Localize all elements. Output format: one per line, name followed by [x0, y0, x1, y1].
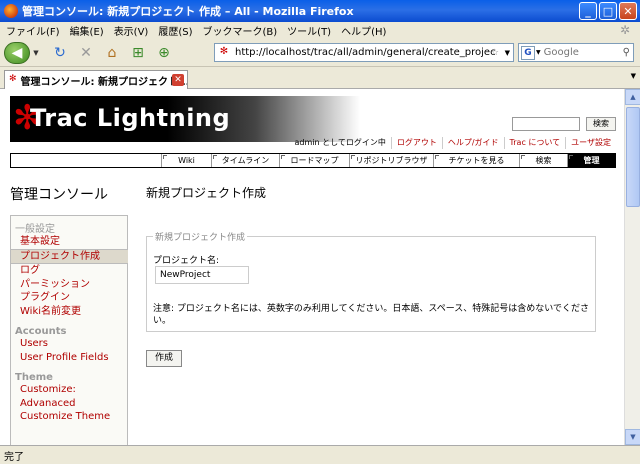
sidebar-item-permissions[interactable]: パーミッション	[11, 278, 127, 292]
vertical-scrollbar[interactable]: ▲ ▼	[624, 89, 640, 445]
menu-bar: ファイル(F) 編集(E) 表示(V) 履歴(S) ブックマーク(B) ツール(…	[0, 22, 640, 39]
sidebar-item-plugins[interactable]: プラグイン	[11, 291, 127, 305]
meta-navigation: admin としてログイン中 ログアウト ヘルプ/ガイド Trac について ユ…	[0, 137, 616, 149]
sidebar-item-customize-theme[interactable]: Customize Theme	[11, 410, 127, 424]
logout-link[interactable]: ログアウト	[390, 137, 442, 149]
home-icon: ⌂	[107, 44, 117, 61]
logged-in-text: admin としてログイン中	[294, 138, 386, 147]
stop-icon: ✕	[80, 44, 92, 61]
trac-banner[interactable]: ✻ Trac Lightning	[10, 96, 360, 142]
stop-button[interactable]: ✕	[76, 43, 96, 63]
admin-heading: 管理コンソール	[10, 187, 108, 203]
nav-wiki[interactable]: Wiki	[161, 154, 211, 167]
sidebar-group-general: 一般設定	[15, 224, 55, 235]
project-name-note: 注意: プロジェクト名には、英数字のみ利用してください。日本語、スペース、特殊記…	[153, 304, 590, 326]
menu-help[interactable]: ヘルプ(H)	[341, 23, 386, 38]
page-title: 新規プロジェクト作成	[146, 186, 267, 200]
tab-strip: ✻ 管理コンソール: 新規プロジェクト... ✕ ▼	[0, 67, 640, 89]
fieldset-legend: 新規プロジェクト作成	[153, 230, 248, 243]
create-project-fieldset: 新規プロジェクト作成 プロジェクト名: 注意: プロジェクト名には、英数字のみ利…	[146, 230, 596, 332]
close-window-button[interactable]: ✕	[619, 2, 637, 20]
throbber-icon: ✲	[620, 23, 631, 37]
reload-icon: ↻	[54, 44, 66, 61]
new-tab-button[interactable]: ⊞	[128, 43, 148, 63]
scroll-thumb[interactable]	[626, 107, 640, 207]
menu-edit[interactable]: 編集(E)	[70, 23, 104, 38]
status-bar: 完了	[0, 445, 640, 464]
tab-admin-console[interactable]: ✻ 管理コンソール: 新規プロジェクト... ✕	[4, 70, 188, 89]
menu-view[interactable]: 表示(V)	[114, 23, 149, 38]
bookmark-star-icon[interactable]: ☆	[491, 48, 499, 58]
menu-history[interactable]: 履歴(S)	[158, 23, 192, 38]
status-text: 完了	[4, 451, 24, 463]
sidebar-item-logging[interactable]: ログ	[11, 264, 127, 278]
help-link[interactable]: ヘルプ/ガイド	[441, 137, 504, 149]
sidebar-item-create-project[interactable]: プロジェクト作成	[11, 248, 128, 264]
window-title: 管理コンソール: 新規プロジェクト 作成 – All - Mozilla Fir…	[22, 5, 354, 18]
menu-bookmarks[interactable]: ブックマーク(B)	[203, 23, 278, 38]
history-dropdown-button[interactable]: ▼	[30, 42, 42, 64]
sidebar-item-basics[interactable]: 基本設定	[11, 235, 127, 249]
nav-admin[interactable]: 管理	[567, 154, 615, 167]
search-icon[interactable]: ⚲	[623, 47, 630, 58]
project-name-label: プロジェクト名:	[153, 256, 220, 266]
menu-file[interactable]: ファイル(F)	[6, 23, 60, 38]
url-input[interactable]	[235, 47, 495, 58]
nav-search[interactable]: 検索	[519, 154, 567, 167]
nav-roadmap[interactable]: ロードマップ	[279, 154, 349, 167]
menu-tools[interactable]: ツール(T)	[287, 23, 331, 38]
engine-dropdown-icon[interactable]: ▼	[536, 49, 541, 56]
navigation-toolbar: ◀ ▼ ↻ ✕ ⌂ ⊞ ⊕ ✻ ☆ ▼ G ▼ ⚲	[0, 39, 640, 67]
bookmark-add-icon: ⊕	[158, 44, 170, 61]
scroll-up-icon[interactable]: ▲	[625, 89, 640, 105]
scroll-down-icon[interactable]: ▼	[625, 429, 640, 445]
new-tab-icon: ⊞	[132, 44, 144, 61]
minimize-button[interactable]: _	[579, 2, 597, 20]
url-dropdown-icon[interactable]: ▼	[505, 49, 510, 57]
nav-browser[interactable]: リポジトリブラウザ	[349, 154, 433, 167]
address-bar[interactable]: ✻ ☆ ▼	[214, 43, 514, 62]
back-arrow-icon: ◀	[11, 44, 23, 61]
sidebar-item-users[interactable]: Users	[11, 337, 127, 351]
preferences-link[interactable]: ユーザ設定	[565, 137, 616, 149]
site-search-input[interactable]	[512, 117, 580, 131]
admin-sidebar: 一般設定 基本設定 プロジェクト作成 ログ パーミッション プラグイン Wiki…	[10, 215, 128, 445]
sidebar-item-customize-advanced[interactable]: Customize: Advanaced	[11, 383, 127, 410]
home-button[interactable]: ⌂	[102, 43, 122, 63]
main-navigation: Wiki タイムライン ロードマップ リポジトリブラウザ チケットを見る 検索 …	[10, 153, 616, 168]
site-search-button[interactable]: 検索	[586, 117, 616, 131]
tab-close-icon[interactable]: ✕	[172, 74, 184, 86]
sidebar-item-user-profile-fields[interactable]: User Profile Fields	[11, 351, 127, 365]
create-button[interactable]: 作成	[146, 350, 182, 367]
trac-logo: Trac Lightning	[30, 104, 231, 132]
reload-button[interactable]: ↻	[50, 43, 70, 63]
window-controls: _ □ ✕	[579, 2, 637, 20]
sidebar-group-accounts: Accounts	[15, 326, 67, 337]
maximize-button[interactable]: □	[599, 2, 617, 20]
trac-favicon-icon: ✻	[9, 74, 17, 84]
firefox-icon	[4, 4, 18, 18]
page-viewport: ✻ Trac Lightning 検索 admin としてログイン中 ログアウト…	[0, 89, 624, 445]
back-button[interactable]: ◀	[4, 41, 30, 64]
nav-tickets[interactable]: チケットを見る	[433, 154, 519, 167]
about-trac-link[interactable]: Trac について	[503, 137, 566, 149]
window-titlebar: 管理コンソール: 新規プロジェクト 作成 – All - Mozilla Fir…	[0, 0, 640, 22]
tab-list-icon[interactable]: ▼	[631, 72, 636, 80]
search-bar[interactable]: G ▼ ⚲	[518, 43, 634, 62]
sidebar-item-wiki-rename[interactable]: Wiki名前変更	[11, 305, 127, 319]
bookmark-add-button[interactable]: ⊕	[154, 43, 174, 63]
google-engine-icon[interactable]: G	[521, 45, 535, 60]
project-name-input[interactable]	[155, 266, 249, 284]
site-favicon-icon: ✻	[219, 45, 229, 57]
tab-label: 管理コンソール: 新規プロジェクト...	[20, 76, 188, 88]
sidebar-group-theme: Theme	[15, 372, 53, 383]
nav-timeline[interactable]: タイムライン	[211, 154, 279, 167]
search-input[interactable]	[543, 47, 614, 58]
